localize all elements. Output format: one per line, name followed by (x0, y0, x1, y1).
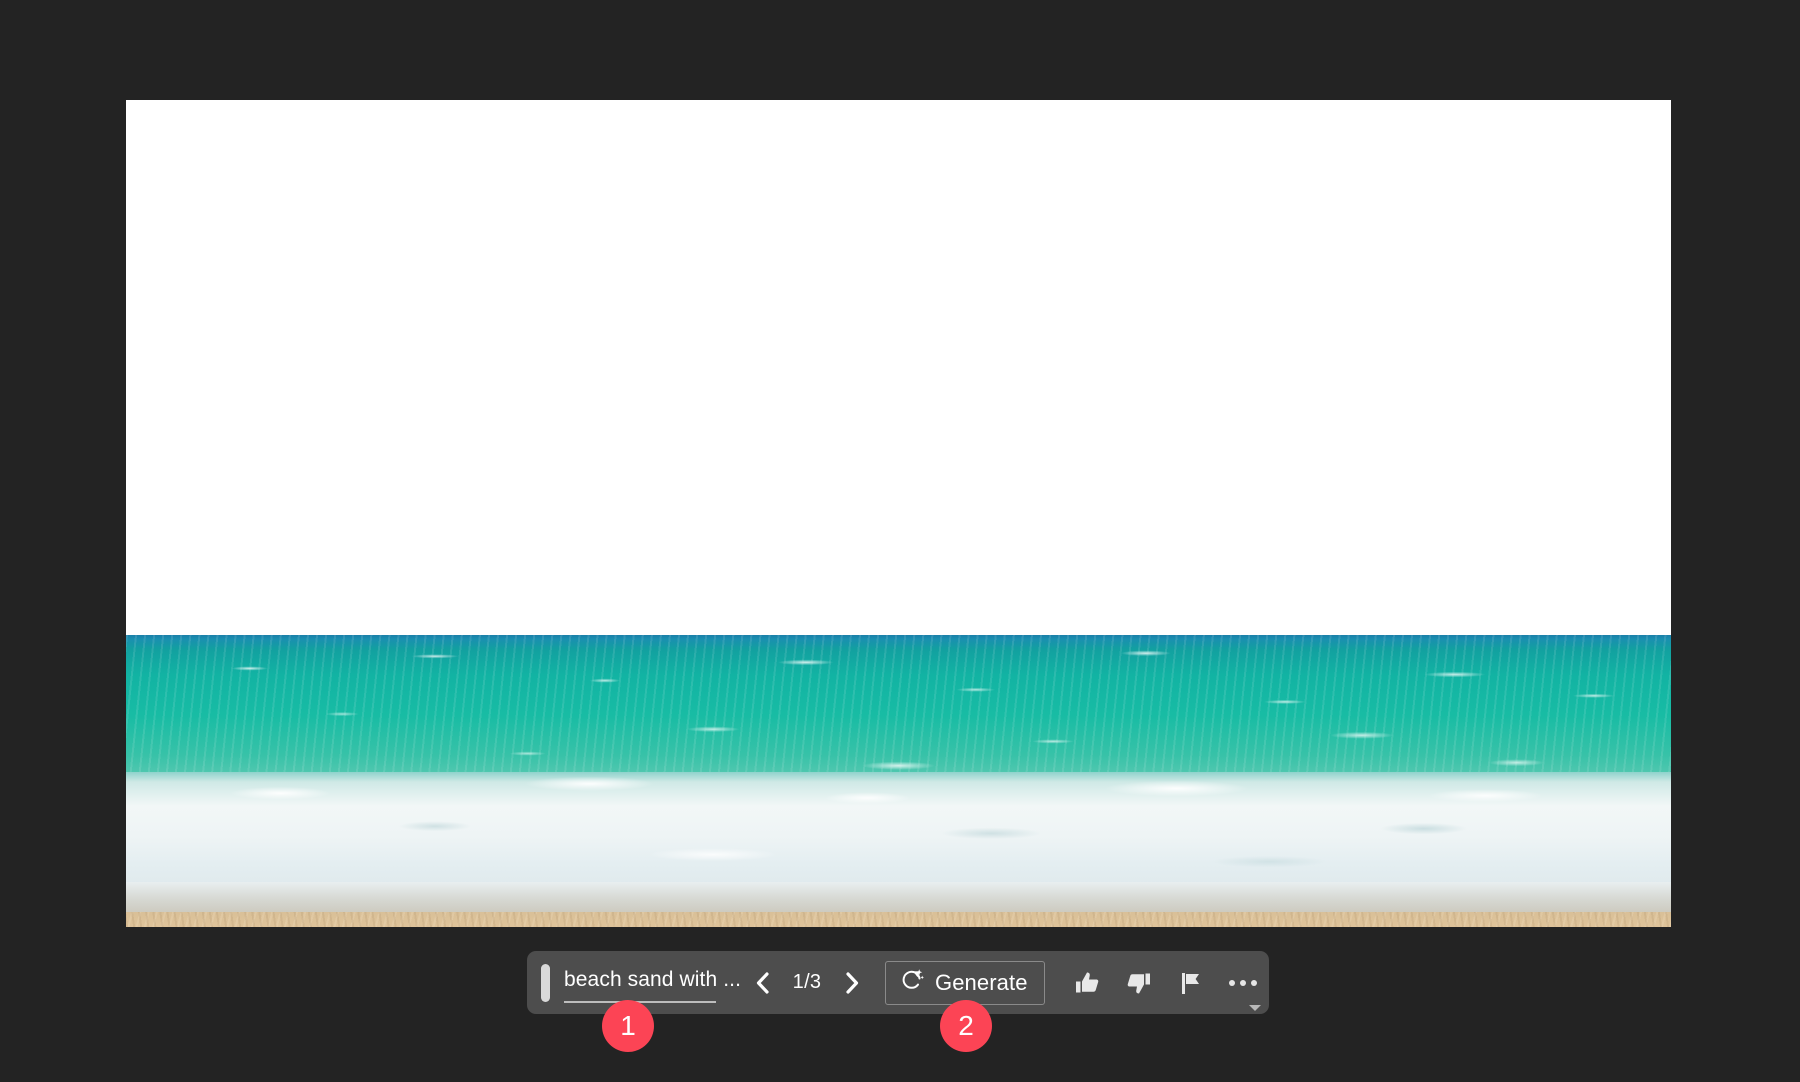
thumbs-up-button[interactable] (1061, 960, 1113, 1006)
image-blank-region (126, 100, 1671, 637)
callout-badge-2-number: 2 (958, 1012, 974, 1040)
next-variant-button[interactable] (833, 962, 871, 1004)
generate-button-label: Generate (935, 970, 1028, 996)
foam-texture (126, 772, 1671, 890)
generate-button[interactable]: Generate (885, 961, 1045, 1005)
variant-navigation: 1/3 (743, 962, 871, 1004)
image-ocean-region (126, 635, 1671, 787)
thumbs-down-button[interactable] (1113, 960, 1165, 1006)
callout-badge-1: 1 (602, 1000, 654, 1052)
text-cursor-handle[interactable] (541, 964, 550, 1002)
overflow-caret-icon[interactable] (1249, 1005, 1261, 1011)
variant-page-indicator: 1/3 (783, 971, 831, 994)
thumbs-down-icon (1126, 970, 1152, 996)
flag-icon (1178, 970, 1204, 996)
image-sand-region (126, 912, 1671, 927)
image-surf-foam-region (126, 772, 1671, 890)
feedback-actions (1061, 960, 1269, 1006)
report-button[interactable] (1165, 960, 1217, 1006)
thumbs-up-icon (1074, 970, 1100, 996)
callout-badge-1-number: 1 (620, 1012, 636, 1040)
more-options-icon (1229, 980, 1257, 986)
callout-badge-2: 2 (940, 1000, 992, 1052)
sand-texture (126, 912, 1671, 927)
prompt-input-value[interactable]: beach sand with ... (564, 968, 741, 992)
sparkle-refresh-icon (900, 968, 924, 997)
app-window: beach sand with ... 1/3 (0, 0, 1800, 1082)
previous-variant-button[interactable] (743, 962, 781, 1004)
generated-image-preview[interactable] (126, 100, 1671, 927)
ocean-texture (126, 635, 1671, 787)
chevron-right-icon (844, 971, 860, 995)
more-options-button[interactable] (1217, 960, 1269, 1006)
chevron-left-icon (754, 971, 770, 995)
